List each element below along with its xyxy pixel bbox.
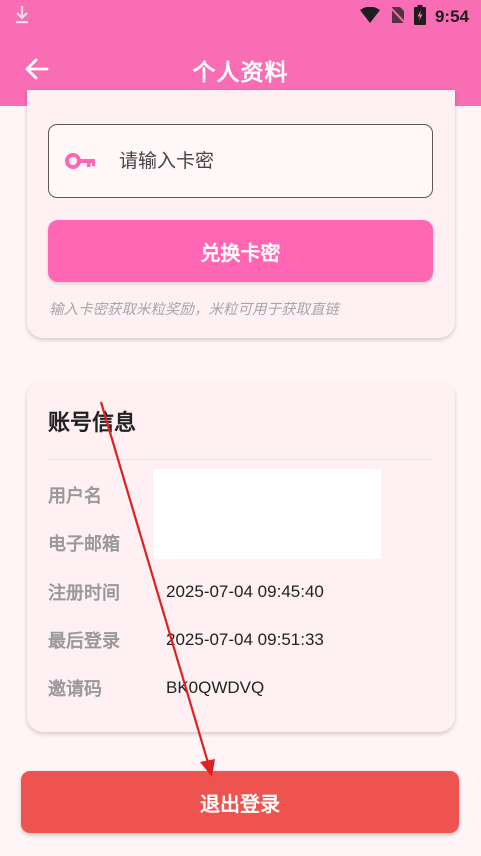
page-title: 个人资料: [192, 60, 289, 86]
status-bar: 9:54: [0, 0, 481, 34]
info-row-last-login: 最后登录 2025-07-04 09:51:33: [48, 625, 324, 655]
info-row-username: 用户名: [48, 480, 166, 510]
key-icon: [65, 149, 97, 173]
account-info-title: 账号信息: [48, 411, 137, 436]
info-label: 用户名: [48, 486, 102, 507]
battery-charging-icon: [413, 5, 426, 29]
info-label: 电子邮箱: [48, 534, 120, 555]
redacted-block: [154, 469, 381, 559]
redeem-button[interactable]: 兑换卡密: [48, 220, 433, 282]
clock: 9:54: [434, 7, 469, 26]
info-row-email: 电子邮箱: [48, 528, 166, 558]
logout-button[interactable]: 退出登录: [21, 771, 459, 833]
redeem-card: 兑换卡密 输入卡密获取米粒奖励，米粒可用于获取直链: [27, 90, 455, 338]
download-icon: [14, 5, 30, 29]
card-key-input[interactable]: [119, 150, 379, 172]
arrow-left-icon: [25, 58, 49, 84]
account-info-card: 账号信息 用户名 电子邮箱 注册时间 2025-07-04 09:45:40 最…: [27, 381, 455, 732]
wifi-icon: [359, 6, 380, 27]
info-label: 邀请码: [48, 679, 102, 700]
info-value: 2025-07-04 09:51:33: [166, 630, 324, 649]
info-label: 最后登录: [48, 631, 120, 652]
info-value: 2025-07-04 09:45:40: [166, 582, 324, 601]
info-label: 注册时间: [48, 583, 120, 604]
info-row-invite-code: 邀请码 BK0QWDVQ: [48, 673, 264, 703]
no-sim-icon: [389, 6, 406, 28]
back-button[interactable]: [22, 56, 52, 86]
card-key-field[interactable]: [48, 124, 433, 198]
divider: [48, 459, 433, 460]
info-value: BK0QWDVQ: [166, 678, 265, 697]
redeem-hint: 输入卡密获取米粒奖励，米粒可用于获取直链: [49, 302, 339, 318]
info-row-registered: 注册时间 2025-07-04 09:45:40: [48, 577, 324, 607]
